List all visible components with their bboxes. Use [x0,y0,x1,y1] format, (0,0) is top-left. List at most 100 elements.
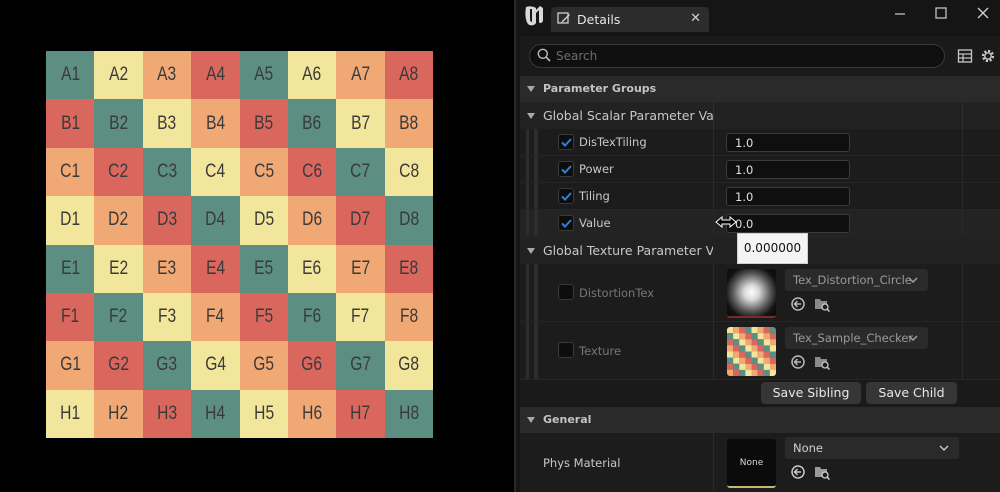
asset-name: Tex_Distortion_Circle [793,273,912,287]
value-tooltip: 0.000000 [737,233,808,264]
phys-material-label: Phys Material [543,456,621,470]
checker-cell-label: D7 [350,209,371,231]
checker-texture-preview: A1 A2 A3 A4 A5 A6 A7 A8 B1 B2 B3 B4 B5 B6 B7 B8 C1 C2 C3 C4… [46,51,433,438]
param-checkbox[interactable] [558,161,574,177]
window-close-button[interactable] [972,6,994,26]
checker-cell: H6 [287,389,337,438]
texture-thumbnail[interactable] [727,269,776,318]
checkmark-icon [561,192,572,201]
resize-cursor-icon [715,216,737,228]
param-label: DisTexTiling [579,135,647,149]
param-value-field[interactable]: 0.0 [726,214,850,233]
checker-cell-label: B6 [302,112,322,134]
browse-folder-icon[interactable] [814,296,830,312]
section-title: Global Texture Parameter Values [543,243,713,258]
asset-dropdown[interactable]: Tex_Sample_Checker [785,327,928,349]
checkmark-icon [561,165,572,174]
checker-cell-label: F5 [254,306,273,328]
checker-cell: C7 [336,147,385,197]
checker-cell: B4 [191,99,240,148]
param-checkbox[interactable] [558,134,574,150]
checker-cell: D3 [142,196,192,245]
checker-cell: F5 [239,292,288,342]
table-view-icon[interactable] [957,48,973,64]
param-row-phys-material: Phys Material None None [520,433,1000,492]
checker-cell-label: H4 [205,402,226,424]
checker-cell: B5 [239,99,288,148]
section-parameter-groups[interactable]: Parameter Groups [520,76,1000,102]
checker-cell: A7 [336,51,385,100]
browse-folder-icon[interactable] [814,354,830,370]
minimize-button[interactable] [889,6,911,26]
chevron-down-icon [527,113,535,119]
param-checkbox[interactable] [558,188,574,204]
checker-cell-label: E8 [399,257,419,279]
checker-cell-label: C3 [156,160,177,182]
checker-cell-label: C1 [60,160,81,182]
checker-cell: D5 [239,196,288,245]
phys-material-dropdown[interactable]: None [785,437,959,459]
search-input[interactable] [529,44,945,68]
checker-cell-label: D4 [205,209,226,231]
checker-cell: G3 [142,341,192,390]
checker-cell-label: B4 [205,112,225,134]
dropdown-value: None [793,441,824,455]
checker-cell-label: G2 [108,354,129,376]
param-value-field[interactable]: 1.0 [726,133,850,152]
checkmark-icon [561,219,572,228]
pencil-icon [557,12,571,26]
texture-thumbnail[interactable] [727,327,776,376]
checker-cell: A4 [191,51,240,100]
phys-material-thumbnail[interactable]: None [727,439,776,488]
checker-cell: G6 [287,341,337,390]
checker-cell: C2 [94,147,143,197]
asset-name: Tex_Sample_Checker [793,331,914,345]
checker-cell: D2 [94,196,143,245]
use-selected-icon[interactable] [790,354,806,370]
checker-cell-label: A6 [302,64,322,86]
param-checkbox[interactable] [558,342,574,358]
param-value-field[interactable]: 1.0 [726,160,850,179]
save-child-button[interactable]: Save Child [866,382,957,404]
save-sibling-button[interactable]: Save Sibling [761,382,861,404]
checker-cell-label: E5 [254,257,274,279]
checker-cell: F4 [191,292,240,342]
section-general[interactable]: General [520,407,1000,433]
checker-cell-label: D1 [60,209,81,231]
use-selected-icon[interactable] [790,464,806,480]
tab-details[interactable]: Details ✕ [551,7,709,32]
section-global-scalar[interactable]: Global Scalar Parameter Values [520,102,1000,129]
chevron-down-icon [939,445,949,452]
tab-close-icon[interactable]: ✕ [690,11,701,26]
checker-cell: E2 [94,244,143,293]
browse-folder-icon[interactable] [814,464,830,480]
checker-cell: A1 [46,51,95,100]
checker-cell-label: H3 [156,402,177,424]
checker-cell-label: D3 [156,209,177,231]
checker-cell: H8 [384,389,433,438]
param-value-field[interactable]: 1.0 [726,187,850,206]
checker-cell: H4 [191,389,240,438]
checker-cell: D8 [384,196,433,245]
checker-cell-label: A1 [60,64,80,86]
checker-cell-label: A8 [399,64,419,86]
use-selected-icon[interactable] [790,296,806,312]
param-row-texture: Texture Tex_Sample_Checker [520,322,1000,380]
checker-cell-label: D8 [398,209,419,231]
viewport[interactable]: A1 A2 A3 A4 A5 A6 A7 A8 B1 B2 B3 B4 B5 B6 B7 B8 C1 C2 C3 C4… [0,0,514,492]
checker-cell-label: C5 [253,160,274,182]
checker-cell: F7 [336,292,385,342]
checker-cell: E3 [142,244,192,293]
checker-cell: A8 [384,51,433,100]
checker-cell: F8 [384,292,433,342]
param-checkbox[interactable] [558,215,574,231]
checker-cell-label: E1 [60,257,80,279]
checker-cell-label: A3 [157,64,177,86]
checker-cell-label: F2 [109,306,128,328]
gear-icon[interactable] [979,47,997,65]
asset-dropdown[interactable]: Tex_Distortion_Circle [785,269,928,291]
maximize-button[interactable] [930,6,952,26]
checker-cell: C3 [142,147,192,197]
checker-cell: E4 [191,244,240,293]
param-checkbox[interactable] [558,284,574,300]
